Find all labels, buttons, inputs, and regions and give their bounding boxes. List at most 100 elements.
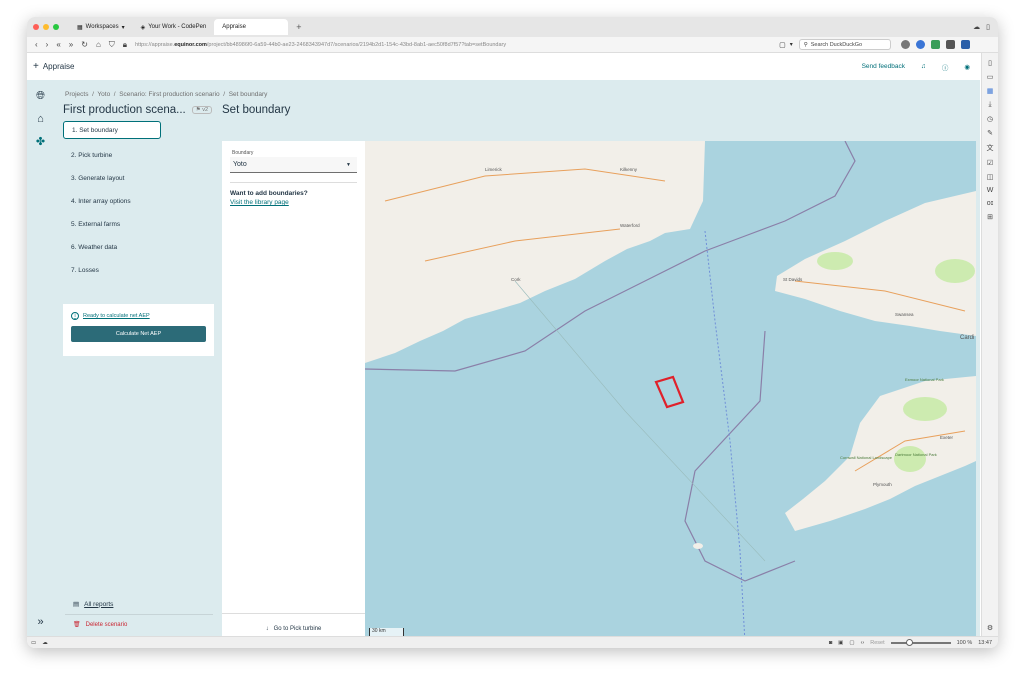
step-generate-layout[interactable]: 3. Generate layout bbox=[63, 167, 215, 190]
zoom-slider[interactable] bbox=[890, 638, 951, 646]
breadcrumb-projects[interactable]: Projects bbox=[65, 91, 88, 98]
maximize-window-button[interactable] bbox=[53, 24, 59, 30]
boundary-polygon[interactable] bbox=[654, 375, 685, 409]
tab-appraise[interactable]: Appraise bbox=[214, 19, 289, 35]
breadcrumb-scenario[interactable]: Scenario: First production scenario bbox=[119, 91, 219, 98]
maritime-boundary bbox=[684, 330, 796, 582]
turbine-icon[interactable]: ✤ bbox=[36, 135, 45, 148]
reload-icon[interactable]: ↻ bbox=[81, 40, 88, 50]
calculate-net-aep-button[interactable]: Calculate Net AEP bbox=[71, 326, 206, 342]
page-title: Set boundary bbox=[222, 104, 291, 116]
window-controls bbox=[33, 24, 59, 30]
reader-icon[interactable]: ᴏɪ bbox=[987, 200, 993, 207]
extension-icon[interactable] bbox=[915, 40, 925, 49]
browser-sidebar: ▯ ▭ ▦ ⤓ ◷ ✎ 文 ☑ ◫ W ᴏɪ ⊞ ⚙ bbox=[981, 53, 998, 636]
search-input[interactable]: ⚲ Search DuckDuckGo bbox=[798, 39, 891, 50]
ready-link[interactable]: Ready to calculate net AEP bbox=[83, 313, 150, 319]
version-badge[interactable]: ⚑ v2 bbox=[191, 106, 213, 114]
place-label: Plymouth bbox=[873, 482, 892, 487]
app-logo[interactable]: + Appraise bbox=[33, 61, 74, 72]
trash-icon[interactable]: ▯ bbox=[986, 23, 990, 31]
zoom-slider-handle[interactable] bbox=[905, 638, 913, 646]
camera-icon[interactable]: ◙ bbox=[829, 640, 832, 646]
gear-icon[interactable]: ⚙ bbox=[987, 624, 993, 632]
user-icon[interactable]: ◉ bbox=[964, 63, 970, 71]
window-icon[interactable]: ▢ bbox=[849, 640, 854, 646]
home-icon[interactable]: ⌂ bbox=[96, 40, 101, 50]
fast-forward-icon[interactable]: » bbox=[69, 40, 73, 50]
extension-icon[interactable] bbox=[960, 40, 970, 49]
shipping-lane bbox=[704, 230, 746, 643]
step-inter-array-options[interactable]: 4. Inter array options bbox=[63, 190, 215, 213]
app-nav: 🌐︎ ⌂ ✤ » bbox=[27, 80, 54, 636]
map-view[interactable]: Limerick Kilkenny Waterford Cork St Davi… bbox=[365, 141, 976, 643]
cloud-icon[interactable]: ☁ bbox=[42, 640, 48, 646]
download-icon[interactable]: ⤓ bbox=[988, 101, 991, 109]
profile-avatar[interactable] bbox=[900, 40, 910, 49]
tasks-icon[interactable]: ☑ bbox=[987, 159, 993, 167]
shield-icon[interactable]: ⛉ bbox=[109, 40, 115, 50]
new-tab-button[interactable]: + bbox=[296, 22, 301, 32]
translate-icon[interactable]: 文 bbox=[987, 143, 994, 153]
grid-icon: ▦ bbox=[77, 24, 83, 31]
extension-icon[interactable] bbox=[945, 40, 955, 49]
step-set-boundary[interactable]: 1. Set boundary bbox=[63, 121, 161, 139]
home-icon[interactable]: ⌂ bbox=[37, 113, 44, 125]
code-icon[interactable]: ‹› bbox=[861, 640, 865, 646]
zoom-reset-button[interactable]: Reset bbox=[870, 640, 884, 646]
tab-codepen[interactable]: ◈ Your Work - CodePen bbox=[133, 19, 215, 35]
delete-scenario-button[interactable]: 🗑︎ Delete scenario bbox=[73, 621, 127, 629]
southwest-england-landmass bbox=[785, 376, 976, 531]
place-label: Dartmoor National Park bbox=[895, 452, 937, 457]
place-label: Cardi bbox=[960, 335, 974, 341]
chevron-down-icon[interactable]: ▾ bbox=[790, 41, 793, 48]
place-label: Kilkenny bbox=[620, 167, 638, 172]
search-icon: ⚲ bbox=[803, 41, 808, 48]
globe-icon[interactable]: 🌐︎ bbox=[36, 90, 45, 103]
extension-icon[interactable] bbox=[930, 40, 940, 49]
divider bbox=[65, 614, 213, 615]
cloud-icon[interactable]: ☁ bbox=[973, 23, 980, 31]
map-canvas[interactable]: Limerick Kilkenny Waterford Cork St Davi… bbox=[365, 141, 976, 643]
place-label: Cornwall National Landscape bbox=[840, 455, 893, 460]
step-external-farms[interactable]: 5. External farms bbox=[63, 213, 215, 236]
library-link[interactable]: Visit the library page bbox=[230, 199, 289, 206]
send-feedback-link[interactable]: Send feedback bbox=[862, 63, 905, 70]
bell-icon[interactable]: ♫ bbox=[921, 63, 926, 70]
place-label: Exeter bbox=[940, 435, 954, 440]
close-window-button[interactable] bbox=[33, 24, 39, 30]
boundary-panel: Boundary Yoto ▼ Want to add boundaries? … bbox=[222, 141, 365, 643]
rewind-icon[interactable]: « bbox=[56, 40, 60, 50]
address-bar: ‹ › « » ↻ ⌂ ⛉ 🔒︎ https://appraise.equino… bbox=[27, 37, 998, 53]
breadcrumb-current: Set boundary bbox=[228, 91, 268, 98]
step-losses[interactable]: 7. Losses bbox=[63, 259, 215, 282]
calculate-card: i Ready to calculate net AEP Calculate N… bbox=[63, 304, 214, 356]
url-field[interactable]: https://appraise.equinor.com/project/bb4… bbox=[135, 42, 775, 48]
step-list: 1. Set boundary 2. Pick turbine 3. Gener… bbox=[63, 121, 215, 282]
breadcrumb-project[interactable]: Yoto bbox=[97, 91, 110, 98]
notes-icon[interactable]: ✎ bbox=[987, 129, 993, 137]
step-weather-data[interactable]: 6. Weather data bbox=[63, 236, 215, 259]
panel-toggle-icon[interactable]: ▭ bbox=[31, 640, 36, 646]
chat-icon[interactable]: ◫ bbox=[987, 173, 994, 181]
cable-route bbox=[514, 280, 766, 562]
bookmark-icon[interactable]: ▢ bbox=[779, 41, 786, 49]
bookmark-icon[interactable]: ▯ bbox=[988, 59, 992, 67]
help-icon[interactable]: ⓘ bbox=[942, 62, 949, 72]
wikipedia-icon[interactable]: W bbox=[987, 187, 994, 194]
expand-icon[interactable]: » bbox=[37, 616, 43, 628]
place-label: Swansea bbox=[895, 312, 914, 317]
history-icon[interactable]: ◷ bbox=[987, 115, 993, 123]
image-icon[interactable]: ▣ bbox=[838, 640, 843, 646]
minimize-window-button[interactable] bbox=[43, 24, 49, 30]
window-icon[interactable]: ▭ bbox=[987, 73, 994, 81]
all-reports-link[interactable]: ▤ All reports bbox=[73, 600, 113, 609]
step-pick-turbine[interactable]: 2. Pick turbine bbox=[63, 144, 215, 167]
add-panel-icon[interactable]: ⊞ bbox=[987, 213, 993, 221]
forward-icon[interactable]: › bbox=[46, 40, 49, 50]
place-label: Waterford bbox=[620, 223, 640, 228]
back-icon[interactable]: ‹ bbox=[35, 40, 38, 50]
boundary-select[interactable]: Yoto ▼ bbox=[230, 157, 357, 173]
tab-workspaces[interactable]: ▦ Workspaces ▾ bbox=[69, 19, 133, 35]
gift-icon[interactable]: ▦ bbox=[987, 87, 994, 95]
